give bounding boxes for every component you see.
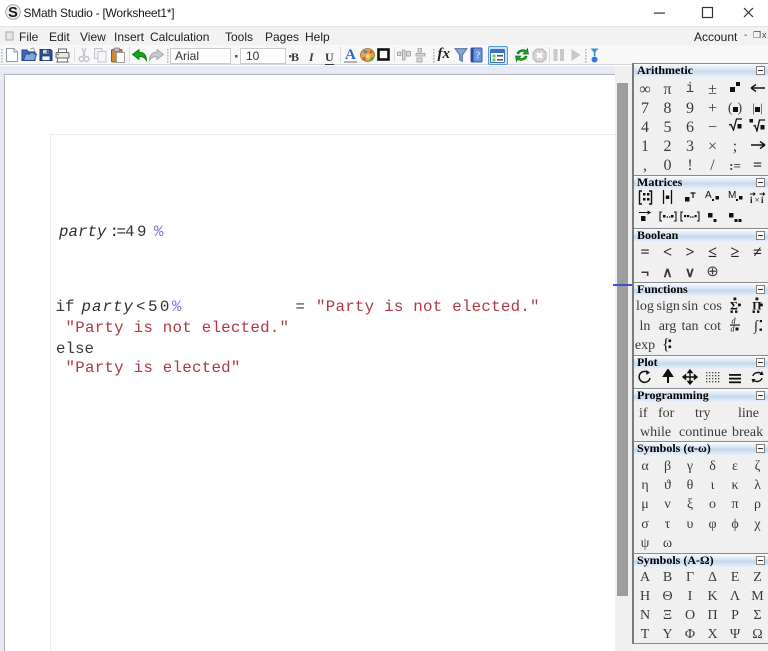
svg-text:M: M — [728, 190, 736, 201]
svg-text:i: i — [761, 195, 764, 204]
svg-text:d: d — [731, 324, 736, 332]
svg-text:×: × — [755, 195, 760, 204]
svg-text:Σ: Σ — [730, 299, 738, 313]
svg-text:S: S — [8, 5, 18, 20]
svg-text:i: i — [750, 195, 753, 204]
svg-text:?: ? — [475, 51, 480, 62]
svg-text:A: A — [705, 190, 712, 201]
svg-text:{: { — [662, 337, 670, 354]
svg-text:∫: ∫ — [753, 319, 759, 334]
